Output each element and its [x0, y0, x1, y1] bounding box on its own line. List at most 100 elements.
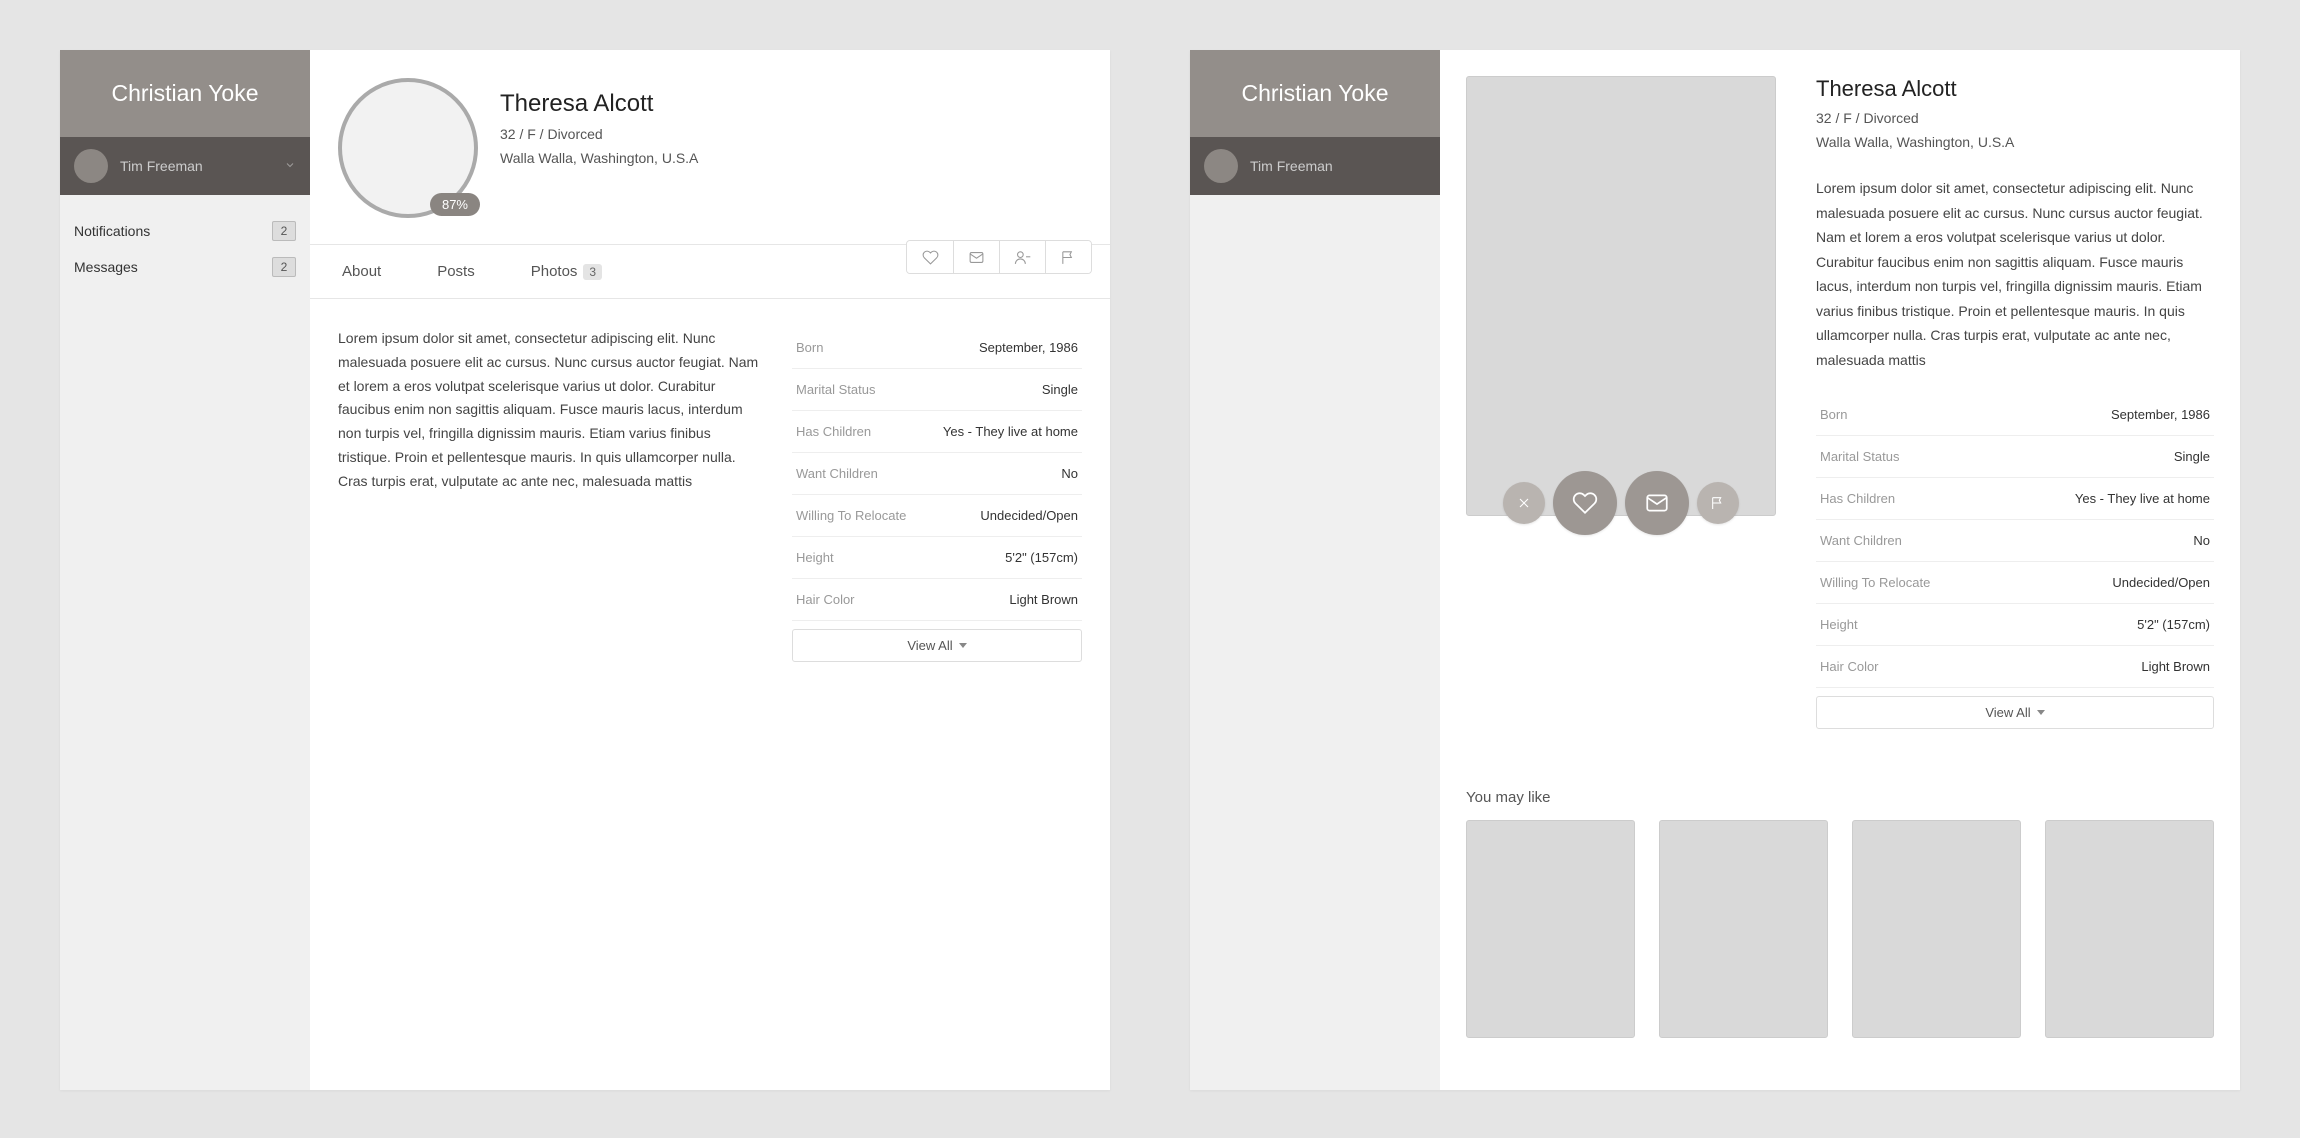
detail-row: Willing To RelocateUndecided/Open — [792, 495, 1082, 537]
tab-about[interactable]: About — [342, 245, 381, 298]
photo-count-badge: 3 — [583, 264, 602, 280]
mail-icon — [1644, 490, 1670, 516]
details-table: BornSeptember, 1986 Marital Status Single… — [1816, 394, 2214, 729]
suggestion-card[interactable] — [2045, 820, 2214, 1038]
profile-location: Walla Walla, Washington, U.S.A — [500, 150, 698, 166]
detail-row: Willing To Relocate Undecided/Open — [1816, 562, 2214, 604]
tab-posts[interactable]: Posts — [437, 245, 475, 298]
detail-key: Has Children — [1820, 491, 1895, 506]
app-layout-a: Christian Yoke Tim Freeman Notifications… — [60, 50, 1110, 1090]
suggestion-card[interactable] — [1852, 820, 2021, 1038]
detail-key: Has Children — [796, 424, 871, 439]
photo-action-bar — [1503, 471, 1739, 535]
flag-icon — [1710, 495, 1726, 511]
detail-row: Born September, 1986 — [792, 327, 1082, 369]
about-text: Lorem ipsum dolor sit amet, consectetur … — [1816, 176, 2214, 372]
flag-icon — [1060, 249, 1077, 266]
tab-photos[interactable]: Photos 3 — [531, 245, 602, 298]
detail-key: Born — [796, 340, 823, 355]
suggestion-card[interactable] — [1659, 820, 1828, 1038]
detail-value: Light Brown — [2141, 659, 2210, 674]
detail-row: Marital Status Single — [1816, 436, 2214, 478]
detail-value: Single — [1042, 382, 1078, 397]
heart-icon — [922, 249, 939, 266]
detail-value: 5'2" (157cm) — [2137, 617, 2210, 632]
detail-key: Height — [1820, 617, 1858, 632]
match-percent-badge: 87% — [430, 193, 480, 216]
detail-value: No — [1061, 466, 1078, 481]
suggestion-card[interactable] — [1466, 820, 1635, 1038]
detail-row: Has Children Yes - They live at home — [1816, 478, 2214, 520]
profile-name: Theresa Alcott — [500, 90, 698, 118]
detail-row: Hair Color Light Brown — [792, 579, 1082, 621]
view-all-label: View All — [907, 638, 952, 653]
detail-value: Light Brown — [1009, 592, 1078, 607]
sidebar-nav: Notifications 2 Messages 2 — [60, 195, 310, 303]
profile-meta: 32 / F / Divorced — [1816, 110, 2214, 126]
detail-key: Marital Status — [1820, 449, 1899, 464]
current-user-name: Tim Freeman — [120, 158, 203, 174]
detail-row: Height5'2" (157cm) — [792, 537, 1082, 579]
message-button[interactable] — [953, 241, 999, 273]
detail-value: Yes - They live at home — [2075, 491, 2210, 506]
profile-action-bar — [906, 240, 1092, 274]
nav-item-label: Notifications — [74, 223, 150, 239]
avatar — [74, 149, 108, 183]
detail-key: Born — [1820, 407, 1847, 422]
caret-down-icon — [959, 643, 967, 648]
caret-down-icon — [2037, 710, 2045, 715]
profile-top-row: Theresa Alcott 32 / F / Divorced Walla W… — [1466, 76, 2214, 729]
dismiss-button[interactable] — [1503, 482, 1545, 524]
current-user-dropdown[interactable]: Tim Freeman — [1190, 137, 1440, 195]
detail-value: Yes - They live at home — [943, 424, 1078, 439]
suggestions-title: You may like — [1466, 789, 2214, 806]
close-icon — [1516, 495, 1532, 511]
user-minus-icon — [1014, 249, 1031, 266]
detail-key: Want Children — [1820, 533, 1902, 548]
view-all-label: View All — [1985, 705, 2030, 720]
tab-label: Posts — [437, 263, 475, 280]
detail-value: 5'2" (157cm) — [1005, 550, 1078, 565]
report-button[interactable] — [1697, 482, 1739, 524]
current-user-dropdown[interactable]: Tim Freeman — [60, 137, 310, 195]
report-button[interactable] — [1045, 241, 1091, 273]
detail-row: BornSeptember, 1986 — [1816, 394, 2214, 436]
nav-item-messages[interactable]: Messages 2 — [74, 249, 296, 285]
heart-icon — [1572, 490, 1598, 516]
detail-value: No — [2193, 533, 2210, 548]
detail-value: September, 1986 — [979, 340, 1078, 355]
profile-photo[interactable] — [1466, 76, 1776, 516]
detail-key: Willing To Relocate — [1820, 575, 1930, 590]
like-button[interactable] — [907, 241, 953, 273]
profile-name: Theresa Alcott — [1816, 76, 2214, 102]
detail-key: Hair Color — [796, 592, 855, 607]
profile-location: Walla Walla, Washington, U.S.A — [1816, 134, 2214, 150]
main-panel: Theresa Alcott 32 / F / Divorced Walla W… — [1440, 50, 2240, 1090]
sidebar: Christian Yoke Tim Freeman Notifications… — [60, 50, 310, 1090]
nav-item-label: Messages — [74, 259, 138, 275]
brand-title: Christian Yoke — [1190, 50, 1440, 137]
detail-key: Marital Status — [796, 382, 875, 397]
block-user-button[interactable] — [999, 241, 1045, 273]
details-table: Born September, 1986 Marital Status Single… — [792, 327, 1082, 662]
detail-value: Single — [2174, 449, 2210, 464]
like-button[interactable] — [1553, 471, 1617, 535]
main-panel: 87% Theresa Alcott 32 / F / Divorced Wal… — [310, 50, 1110, 1090]
suggestions-section: You may like — [1466, 789, 2214, 1038]
message-button[interactable] — [1625, 471, 1689, 535]
view-all-button[interactable]: View All — [792, 629, 1082, 662]
avatar — [1204, 149, 1238, 183]
detail-key: Want Children — [796, 466, 878, 481]
detail-row: Has Children Yes - They live at home — [792, 411, 1082, 453]
badge: 2 — [272, 257, 296, 277]
detail-value: Undecided/Open — [2112, 575, 2210, 590]
detail-row: Hair Color Light Brown — [1816, 646, 2214, 688]
brand-title: Christian Yoke — [60, 50, 310, 137]
view-all-button[interactable]: View All — [1816, 696, 2214, 729]
detail-row: Height 5'2" (157cm) — [1816, 604, 2214, 646]
detail-row: Want Children No — [792, 453, 1082, 495]
profile-avatar[interactable]: 87% — [338, 78, 478, 218]
nav-item-notifications[interactable]: Notifications 2 — [74, 213, 296, 249]
detail-row: Marital Status Single — [792, 369, 1082, 411]
detail-key: Hair Color — [1820, 659, 1879, 674]
